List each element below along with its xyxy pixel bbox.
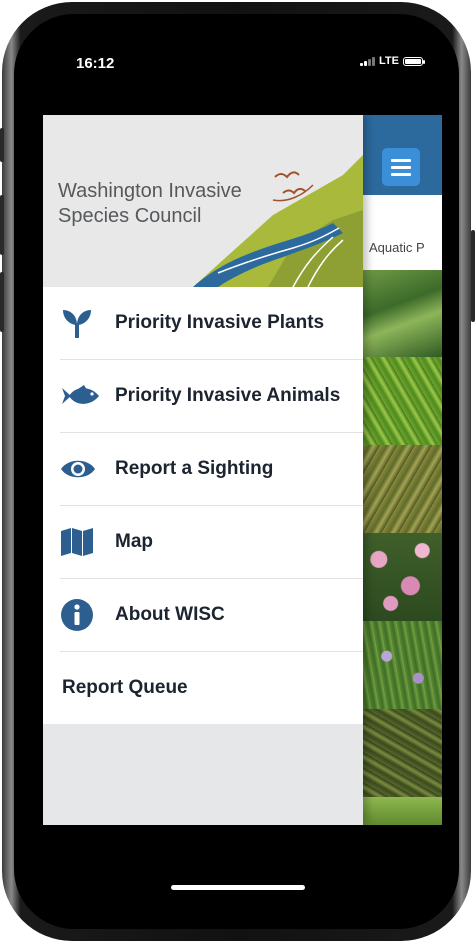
logo-line-1: Washington Invasive	[58, 180, 242, 202]
category-label: Aquatic P	[369, 240, 425, 255]
network-label: LTE	[379, 55, 399, 67]
logo-line-2: Species Council	[58, 205, 202, 227]
status-indicators: LTE	[360, 55, 425, 67]
menu-item-map[interactable]: Map	[60, 506, 363, 579]
app-screen: Aquatic P Washington Invasive Species Co…	[43, 115, 442, 825]
menu-item-label: Priority Invasive Plants	[115, 312, 325, 333]
eye-icon	[60, 451, 100, 487]
map-icon	[60, 524, 100, 560]
menu-item-label: About WISC	[115, 604, 225, 625]
drawer-header: Washington Invasive Species Council	[43, 115, 363, 287]
drawer-menu: Priority Invasive Plants Priority Invasi…	[43, 287, 363, 724]
app-header	[363, 115, 442, 195]
wisc-logo-text: Washington Invasive Species Council	[58, 179, 242, 229]
silent-switch	[0, 128, 4, 162]
volume-up-button	[0, 195, 4, 255]
menu-item-label: Report Queue	[62, 677, 188, 698]
plant-photo-4[interactable]	[363, 533, 442, 621]
home-indicator[interactable]	[171, 885, 305, 890]
plant-photo-6[interactable]	[363, 709, 442, 797]
hamburger-menu-icon[interactable]	[382, 148, 420, 186]
background-app: Aquatic P	[363, 115, 442, 825]
navigation-drawer: Washington Invasive Species Council Prio…	[43, 115, 363, 825]
menu-item-report-queue[interactable]: Report Queue	[60, 652, 363, 724]
fish-icon	[60, 378, 100, 414]
info-icon	[60, 597, 100, 633]
signal-icon	[360, 56, 376, 66]
power-button	[471, 230, 475, 322]
volume-down-button	[0, 272, 4, 332]
menu-item-label: Priority Invasive Animals	[115, 385, 341, 406]
status-time: 16:12	[76, 55, 115, 72]
menu-item-label: Report a Sighting	[115, 458, 274, 479]
menu-item-priority-invasive-animals[interactable]: Priority Invasive Animals	[60, 360, 363, 433]
plant-photo-2[interactable]	[363, 357, 442, 445]
menu-item-about-wisc[interactable]: About WISC	[60, 579, 363, 652]
plant-photo-5[interactable]	[363, 621, 442, 709]
plant-photo-3[interactable]	[363, 445, 442, 533]
plant-photo-7[interactable]	[363, 797, 442, 825]
sprout-icon	[60, 305, 100, 341]
menu-item-priority-invasive-plants[interactable]: Priority Invasive Plants	[60, 287, 363, 360]
plant-photo-1[interactable]	[363, 270, 442, 357]
battery-icon	[403, 56, 425, 66]
menu-item-report-a-sighting[interactable]: Report a Sighting	[60, 433, 363, 506]
menu-item-label: Map	[115, 531, 153, 552]
